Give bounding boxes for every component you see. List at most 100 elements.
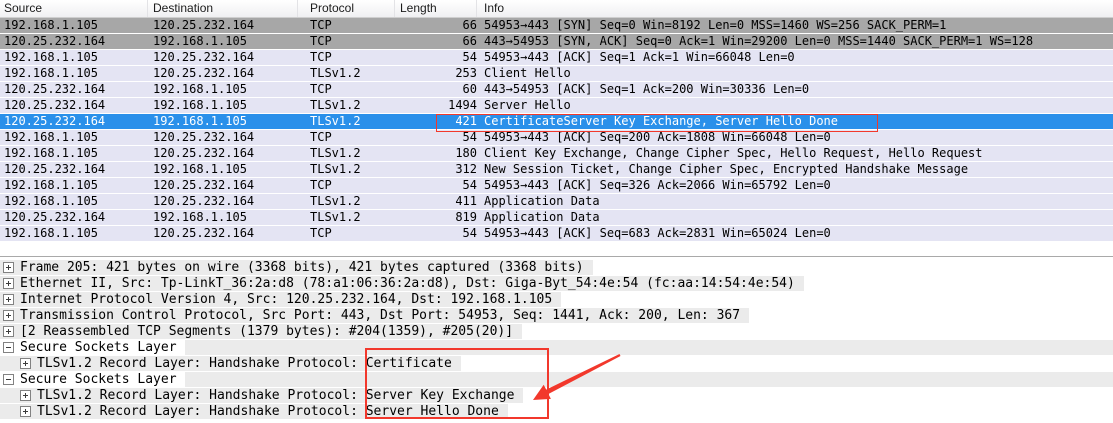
detail-row-label: Secure Sockets Layer (20, 372, 177, 387)
source-cell: 120.25.232.164 (0, 210, 148, 225)
packet-row[interactable]: 120.25.232.164192.168.1.105TCP66443→5495… (0, 34, 1113, 50)
destination-cell: 192.168.1.105 (148, 82, 298, 97)
detail-row-label: Internet Protocol Version 4, Src: 120.25… (20, 292, 552, 307)
detail-row-label: TLSv1.2 Record Layer: Handshake Protocol… (37, 404, 499, 419)
destination-cell: 120.25.232.164 (148, 130, 298, 145)
packet-row[interactable]: 192.168.1.105120.25.232.164TLSv1.2180Cli… (0, 146, 1113, 162)
source-cell: 192.168.1.105 (0, 50, 148, 65)
collapse-icon[interactable] (3, 342, 14, 353)
source-cell: 120.25.232.164 (0, 114, 148, 129)
info-cell: Client Hello (477, 66, 1113, 81)
column-header-destination[interactable]: Destination (148, 0, 298, 17)
column-header-info[interactable]: Info (477, 0, 1113, 17)
length-cell: 312 (395, 162, 477, 177)
collapse-icon[interactable] (3, 374, 14, 385)
detail-row-label: TLSv1.2 Record Layer: Handshake Protocol… (37, 388, 514, 403)
packet-row[interactable]: 192.168.1.105120.25.232.164TLSv1.2253Cli… (0, 66, 1113, 82)
detail-row[interactable]: TLSv1.2 Record Layer: Handshake Protocol… (0, 388, 1113, 404)
detail-row[interactable]: TLSv1.2 Record Layer: Handshake Protocol… (0, 404, 1113, 420)
length-cell: 1494 (395, 98, 477, 113)
info-cell: 443→54953 [SYN, ACK] Seq=0 Ack=1 Win=292… (477, 34, 1113, 49)
destination-cell: 120.25.232.164 (148, 18, 298, 33)
length-cell: 54 (395, 50, 477, 65)
length-cell: 66 (395, 18, 477, 33)
expand-icon[interactable] (3, 326, 14, 337)
detail-row-label: Ethernet II, Src: Tp-LinkT_36:2a:d8 (78:… (20, 276, 795, 291)
column-header-source[interactable]: Source (0, 0, 148, 17)
expand-icon[interactable] (3, 278, 14, 289)
protocol-cell: TCP (298, 18, 395, 33)
destination-cell: 120.25.232.164 (148, 226, 298, 241)
packet-list-rows: 192.168.1.105120.25.232.164TCP6654953→44… (0, 18, 1113, 242)
length-cell: 411 (395, 194, 477, 209)
expand-icon[interactable] (3, 262, 14, 273)
length-cell: 180 (395, 146, 477, 161)
source-cell: 192.168.1.105 (0, 18, 148, 33)
packet-list-header: SourceDestinationProtocolLengthInfo (0, 0, 1113, 18)
protocol-cell: TLSv1.2 (298, 210, 395, 225)
detail-row[interactable]: Ethernet II, Src: Tp-LinkT_36:2a:d8 (78:… (0, 276, 1113, 292)
detail-row[interactable]: [2 Reassembled TCP Segments (1379 bytes)… (0, 324, 1113, 340)
packet-row[interactable]: 192.168.1.105120.25.232.164TCP5454953→44… (0, 50, 1113, 66)
detail-row-label: [2 Reassembled TCP Segments (1379 bytes)… (20, 324, 513, 339)
protocol-cell: TLSv1.2 (298, 146, 395, 161)
destination-cell: 120.25.232.164 (148, 50, 298, 65)
expand-icon[interactable] (20, 390, 31, 401)
expand-icon[interactable] (3, 310, 14, 321)
length-cell: 819 (395, 210, 477, 225)
packet-row[interactable]: 120.25.232.164192.168.1.105TCP60443→5495… (0, 82, 1113, 98)
expand-icon[interactable] (3, 294, 14, 305)
info-cell: Application Data (477, 194, 1113, 209)
packet-row[interactable]: 192.168.1.105120.25.232.164TCP5454953→44… (0, 178, 1113, 194)
packet-row[interactable]: 192.168.1.105120.25.232.164TCP6654953→44… (0, 18, 1113, 34)
info-cell: 54953→443 [SYN] Seq=0 Win=8192 Len=0 MSS… (477, 18, 1113, 33)
info-cell: 54953→443 [ACK] Seq=683 Ack=2831 Win=650… (477, 226, 1113, 241)
detail-row-label: Secure Sockets Layer (20, 340, 177, 355)
source-cell: 120.25.232.164 (0, 34, 148, 49)
protocol-cell: TLSv1.2 (298, 194, 395, 209)
source-cell: 192.168.1.105 (0, 178, 148, 193)
expand-icon[interactable] (20, 358, 31, 369)
detail-row-band: Transmission Control Protocol, Src Port:… (0, 308, 749, 323)
protocol-cell: TLSv1.2 (298, 66, 395, 81)
column-header-length[interactable]: Length (395, 0, 477, 17)
length-cell: 60 (395, 82, 477, 97)
detail-row[interactable]: Frame 205: 421 bytes on wire (3368 bits)… (0, 260, 1113, 276)
detail-row[interactable]: Secure Sockets Layer (0, 340, 1113, 356)
destination-cell: 192.168.1.105 (148, 114, 298, 129)
detail-row-band: TLSv1.2 Record Layer: Handshake Protocol… (0, 388, 523, 403)
destination-cell: 120.25.232.164 (148, 178, 298, 193)
packet-row[interactable]: 192.168.1.105120.25.232.164TCP5454953→44… (0, 226, 1113, 242)
detail-row[interactable]: Transmission Control Protocol, Src Port:… (0, 308, 1113, 324)
source-cell: 120.25.232.164 (0, 82, 148, 97)
packet-details-pane: Frame 205: 421 bytes on wire (3368 bits)… (0, 256, 1113, 423)
packet-row[interactable]: 192.168.1.105120.25.232.164TCP5454953→44… (0, 130, 1113, 146)
column-header-protocol[interactable]: Protocol (298, 0, 395, 17)
protocol-cell: TCP (298, 82, 395, 97)
destination-cell: 192.168.1.105 (148, 98, 298, 113)
source-cell: 192.168.1.105 (0, 66, 148, 81)
protocol-cell: TCP (298, 50, 395, 65)
detail-row-band: Secure Sockets Layer (0, 340, 1113, 355)
packet-row[interactable]: 192.168.1.105120.25.232.164TLSv1.2411App… (0, 194, 1113, 210)
packet-row[interactable]: 120.25.232.164192.168.1.105TLSv1.2312New… (0, 162, 1113, 178)
info-cell: Client Key Exchange, Change Cipher Spec,… (477, 146, 1113, 161)
wireshark-window: SourceDestinationProtocolLengthInfo 192.… (0, 0, 1113, 423)
detail-row[interactable]: Secure Sockets Layer (0, 372, 1113, 388)
source-cell: 120.25.232.164 (0, 162, 148, 177)
detail-row-label: Frame 205: 421 bytes on wire (3368 bits)… (20, 260, 584, 275)
source-cell: 120.25.232.164 (0, 98, 148, 113)
detail-row-label: Transmission Control Protocol, Src Port:… (20, 308, 740, 323)
length-cell: 253 (395, 66, 477, 81)
packet-row[interactable]: 120.25.232.164192.168.1.105TLSv1.2819App… (0, 210, 1113, 226)
expand-icon[interactable] (20, 406, 31, 417)
info-cell: 54953→443 [ACK] Seq=200 Ack=1808 Win=660… (477, 130, 1113, 145)
detail-row[interactable]: TLSv1.2 Record Layer: Handshake Protocol… (0, 356, 1113, 372)
packet-row[interactable]: 120.25.232.164192.168.1.105TLSv1.21494Se… (0, 98, 1113, 114)
info-cell: 54953→443 [ACK] Seq=1 Ack=1 Win=66048 Le… (477, 50, 1113, 65)
detail-row[interactable]: Internet Protocol Version 4, Src: 120.25… (0, 292, 1113, 308)
length-cell: 54 (395, 178, 477, 193)
source-cell: 192.168.1.105 (0, 130, 148, 145)
info-cell: 443→54953 [ACK] Seq=1 Ack=200 Win=30336 … (477, 82, 1113, 97)
packet-row[interactable]: 120.25.232.164192.168.1.105TLSv1.2421Cer… (0, 114, 1113, 130)
